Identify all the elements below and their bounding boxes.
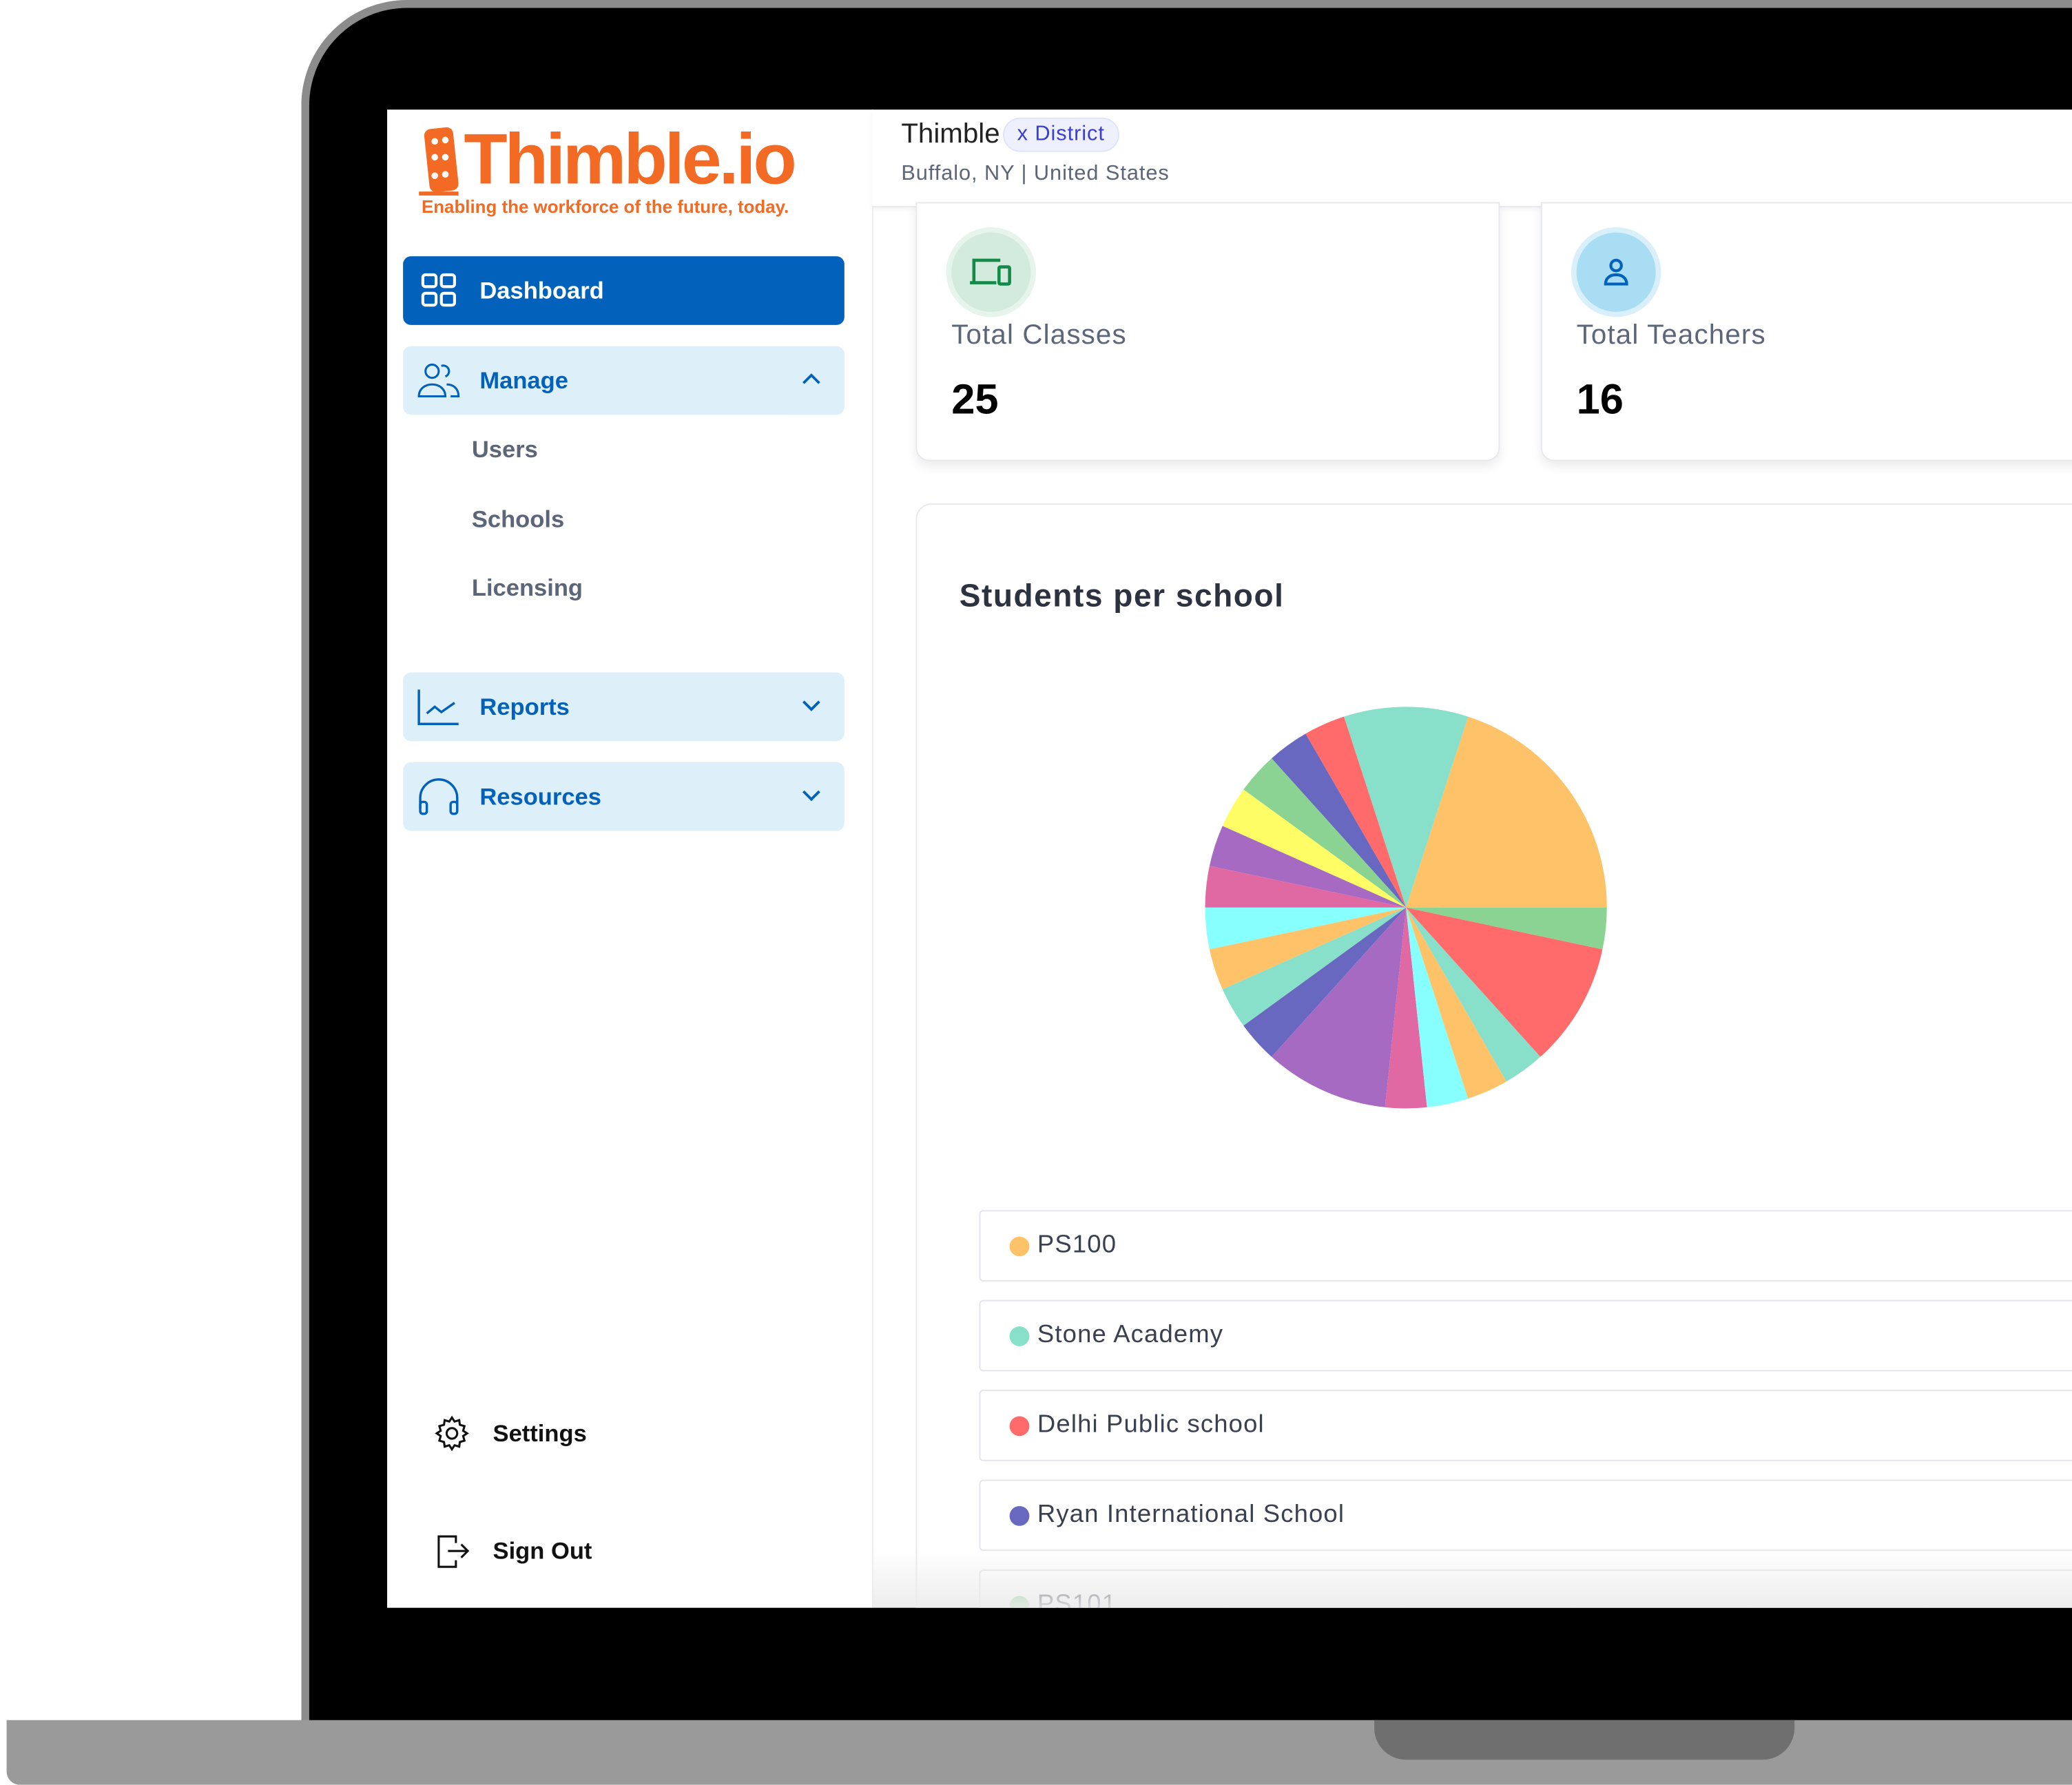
legend-item[interactable]: Ryan International School [979,1479,2072,1552]
sidebar-item-label: Reports [479,693,570,720]
stat-value: 25 [951,375,999,423]
org-title: Thimble x District [901,117,1119,152]
app-screen: Thimble.io Enabling the workforce of the… [387,109,2072,1608]
legend-color-dot [1009,1326,1030,1346]
sidebar-item-label: Dashboard [479,276,604,304]
logo-text: Thimble.io [464,120,796,200]
org-name: Thimble [901,118,1000,149]
line-chart-icon [416,685,461,729]
sidebar-item-reports[interactable]: Reports [403,672,845,742]
devices-icon [951,232,1031,312]
legend-label: Stone Academy [1037,1321,1224,1349]
sidebar-item-label: Resources [479,782,601,810]
legend-item[interactable]: Stone Academy [979,1299,2072,1372]
legend-label: PS100 [1037,1231,1117,1260]
sidebar-item-settings[interactable]: Settings [432,1414,587,1454]
legend-color-dot [1009,1235,1030,1256]
gear-icon [435,1415,469,1452]
sidebar-item-label: Sign Out [493,1537,592,1564]
sign-out-icon [437,1535,470,1568]
sidebar: Thimble.io Enabling the workforce of the… [387,109,874,1608]
sidebar-item-dashboard[interactable]: Dashboard [403,256,845,325]
chevron-down-icon [802,700,820,711]
legend-color-dot [1009,1505,1030,1525]
user-icon [1576,232,1656,312]
org-badge: x District [1002,117,1119,152]
legend-item[interactable]: PS100 [979,1210,2072,1282]
laptop-notch [1374,1720,1795,1760]
legend-color-dot [1009,1415,1030,1436]
stat-card-total-teachers: Total Teachers 16 [1540,202,2072,461]
legend-item[interactable]: Delhi Public school [979,1390,2072,1461]
stat-title: Total Classes [951,320,1127,351]
pie-chart [1205,707,1607,1109]
chevron-down-icon [802,790,820,802]
sidebar-item-manage[interactable]: Manage [403,346,845,415]
sidebar-item-label: Settings [493,1419,587,1446]
thimble-logo-icon [419,127,459,196]
org-location: Buffalo, NY | United States [901,162,1170,185]
laptop-mockup: Thimble.io Enabling the workforce of the… [0,0,2072,1785]
sidebar-item-sign-out[interactable]: Sign Out [432,1531,592,1571]
chevron-up-icon [802,373,820,384]
chart-title: Students per school [959,578,1285,615]
headphones-icon [416,774,461,819]
header: Thimble x District Buffalo, NY | United … [872,109,2072,208]
stat-card-total-classes: Total Classes 25 [915,202,1500,461]
grid-icon [416,268,461,313]
stat-value: 16 [1576,375,1624,423]
sidebar-item-label: Manage [479,366,568,393]
sidebar-subitem-users[interactable]: Users [472,436,538,463]
sidebar-subitem-schools[interactable]: Schools [472,506,564,534]
logo-tagline: Enabling the workforce of the future, to… [421,196,789,217]
sidebar-subitem-licensing[interactable]: Licensing [472,574,583,602]
legend-label: Delhi Public school [1037,1410,1265,1439]
students-per-school-panel: Students per school PS100 Stone Academy De… [915,503,2072,1608]
stat-title: Total Teachers [1576,320,1766,351]
sidebar-item-resources[interactable]: Resources [403,762,845,831]
legend-label: Ryan International School [1037,1501,1345,1529]
users-icon [416,358,461,403]
scroll-fade [872,1549,2072,1608]
